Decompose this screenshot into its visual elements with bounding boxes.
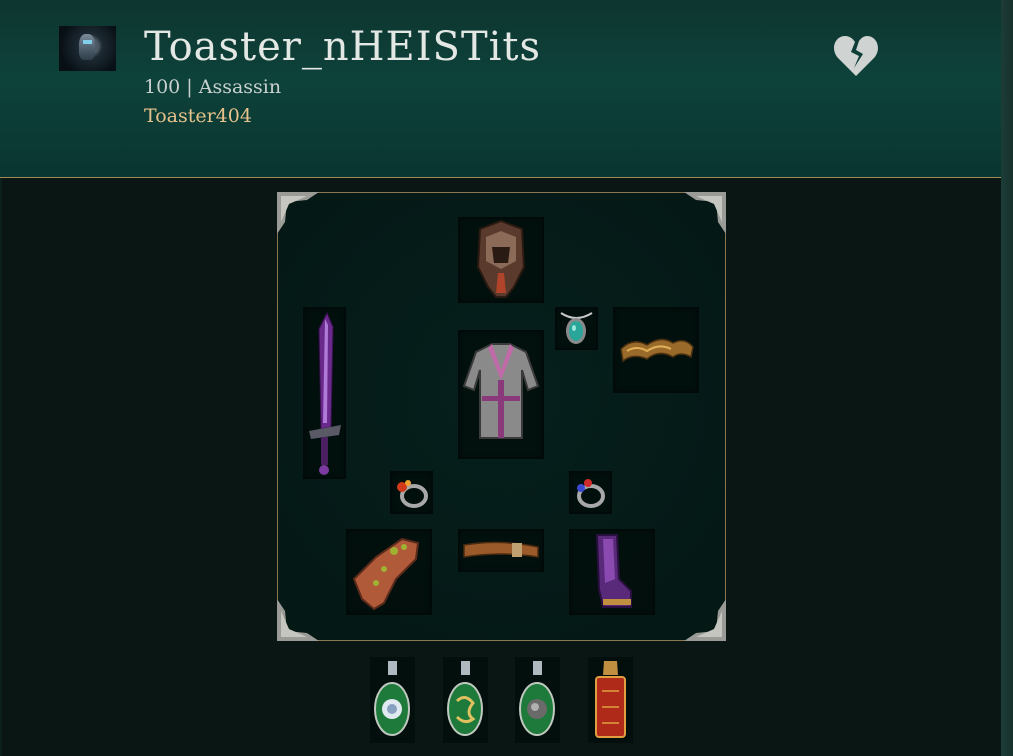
green-flask-icon <box>447 661 483 736</box>
body-armour-icon <box>462 343 540 439</box>
belt-slot[interactable] <box>458 529 544 572</box>
ring-icon <box>577 479 605 508</box>
character-level-class: 100 | Assassin <box>144 76 282 98</box>
gloves-slot[interactable] <box>346 529 432 615</box>
red-flask-icon <box>595 661 626 738</box>
corner-ornament-icon <box>684 599 726 641</box>
weapon-slot[interactable] <box>303 307 346 479</box>
green-flask-icon <box>519 661 555 736</box>
amulet-slot[interactable] <box>555 307 598 350</box>
scrollbar-track[interactable] <box>1001 0 1013 756</box>
boots-icon <box>595 534 632 608</box>
broken-heart-icon[interactable] <box>832 32 880 78</box>
character-name: Toaster_nHEISTits <box>144 24 542 70</box>
helmet-icon <box>476 219 526 298</box>
sword-icon <box>309 311 341 475</box>
offhand-slot[interactable] <box>613 307 699 393</box>
corner-ornament-icon <box>277 192 319 234</box>
character-portrait-icon <box>59 26 116 71</box>
claw-icon <box>620 338 694 363</box>
helmet-slot[interactable] <box>458 217 544 303</box>
amulet-icon <box>560 312 593 344</box>
flask-slot-2[interactable] <box>443 657 488 743</box>
corner-ornament-icon <box>277 599 319 641</box>
equipment-panel <box>277 192 726 641</box>
ring-left-slot[interactable] <box>390 471 433 514</box>
corner-ornament-icon <box>684 192 726 234</box>
green-flask-icon <box>374 661 410 736</box>
flask-slot-3[interactable] <box>515 657 560 743</box>
boots-slot[interactable] <box>569 529 655 615</box>
flask-slot-1[interactable] <box>370 657 415 743</box>
flask-slot-4[interactable] <box>588 657 633 743</box>
account-name-link[interactable]: Toaster404 <box>144 104 252 128</box>
ring-icon <box>397 480 428 508</box>
belt-icon <box>463 541 539 558</box>
body-armour-slot[interactable] <box>458 330 544 459</box>
gloves-icon <box>352 537 420 611</box>
character-header: Toaster_nHEISTits 100 | Assassin Toaster… <box>0 0 1001 178</box>
ring-right-slot[interactable] <box>569 471 612 514</box>
